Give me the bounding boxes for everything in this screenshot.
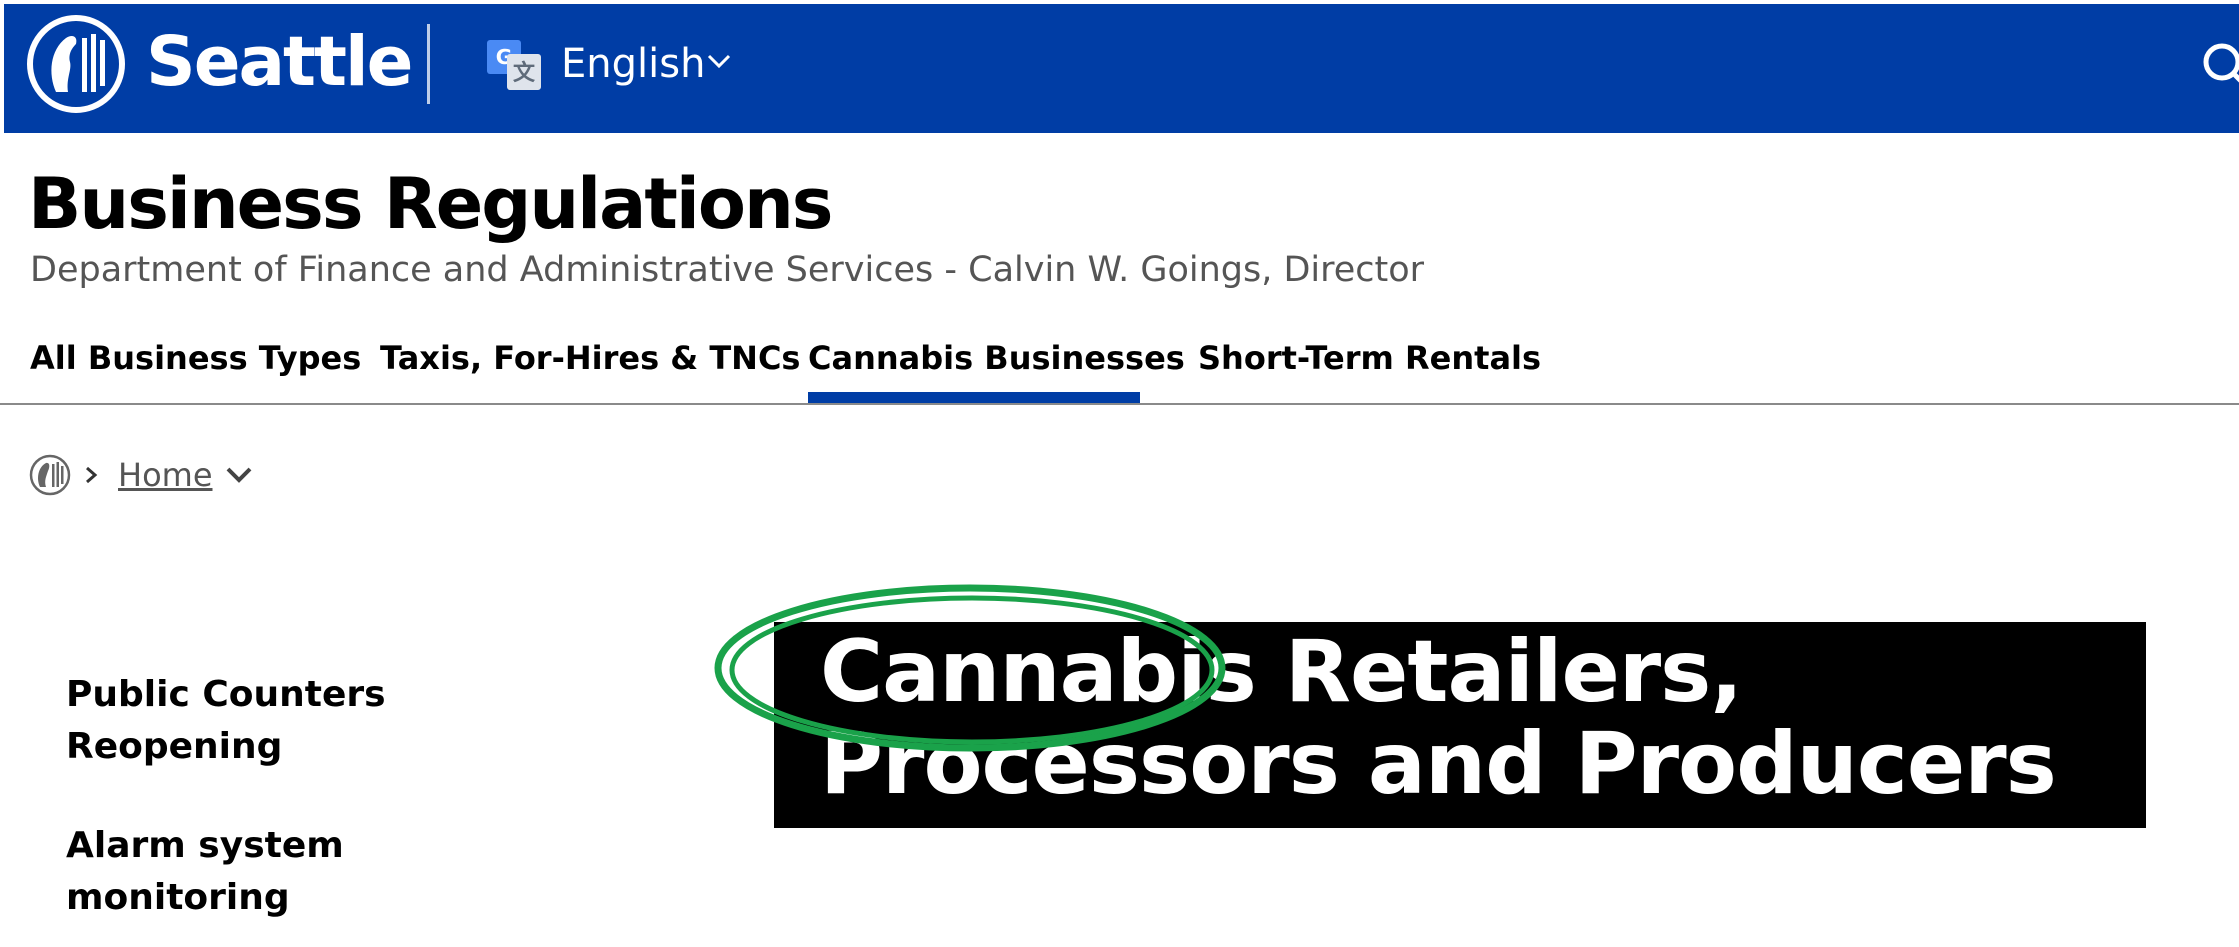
- google-translate-icon[interactable]: G 文: [485, 36, 543, 94]
- chevron-down-icon[interactable]: [224, 462, 254, 488]
- frame-edge: [0, 0, 2239, 4]
- search-icon[interactable]: [2196, 36, 2239, 96]
- svg-text:文: 文: [513, 60, 536, 86]
- seattle-brand[interactable]: Seattle: [146, 20, 413, 104]
- frame-edge: [0, 0, 4, 133]
- breadcrumb-home-link[interactable]: Home: [118, 452, 213, 498]
- seattle-seal-icon[interactable]: [28, 453, 72, 497]
- divider: [427, 24, 430, 104]
- sidebar-item-public-counters[interactable]: Public Counters Reopening: [66, 669, 396, 773]
- nav-cannabis-businesses[interactable]: Cannabis Businesses: [808, 334, 1185, 382]
- top-bar: Seattle G 文 English: [0, 0, 2239, 133]
- nav-divider: [0, 403, 2239, 405]
- page-heading: Cannabis Retailers, Processors and Produ…: [820, 622, 2057, 814]
- page-title: Business Regulations: [28, 163, 833, 245]
- active-tab-indicator: [808, 392, 1140, 403]
- sidebar-item-alarm-monitoring[interactable]: Alarm system monitoring: [66, 820, 396, 924]
- seattle-seal-icon[interactable]: [26, 14, 126, 114]
- chevron-down-icon[interactable]: [704, 46, 734, 76]
- nav-all-business-types[interactable]: All Business Types: [30, 334, 361, 382]
- department-subtitle: Department of Finance and Administrative…: [30, 250, 1425, 290]
- language-selector[interactable]: English: [561, 38, 705, 90]
- nav-short-term-rentals[interactable]: Short-Term Rentals: [1198, 334, 1541, 382]
- nav-taxis-for-hires[interactable]: Taxis, For-Hires & TNCs: [380, 334, 800, 382]
- chevron-right-icon: [86, 466, 98, 484]
